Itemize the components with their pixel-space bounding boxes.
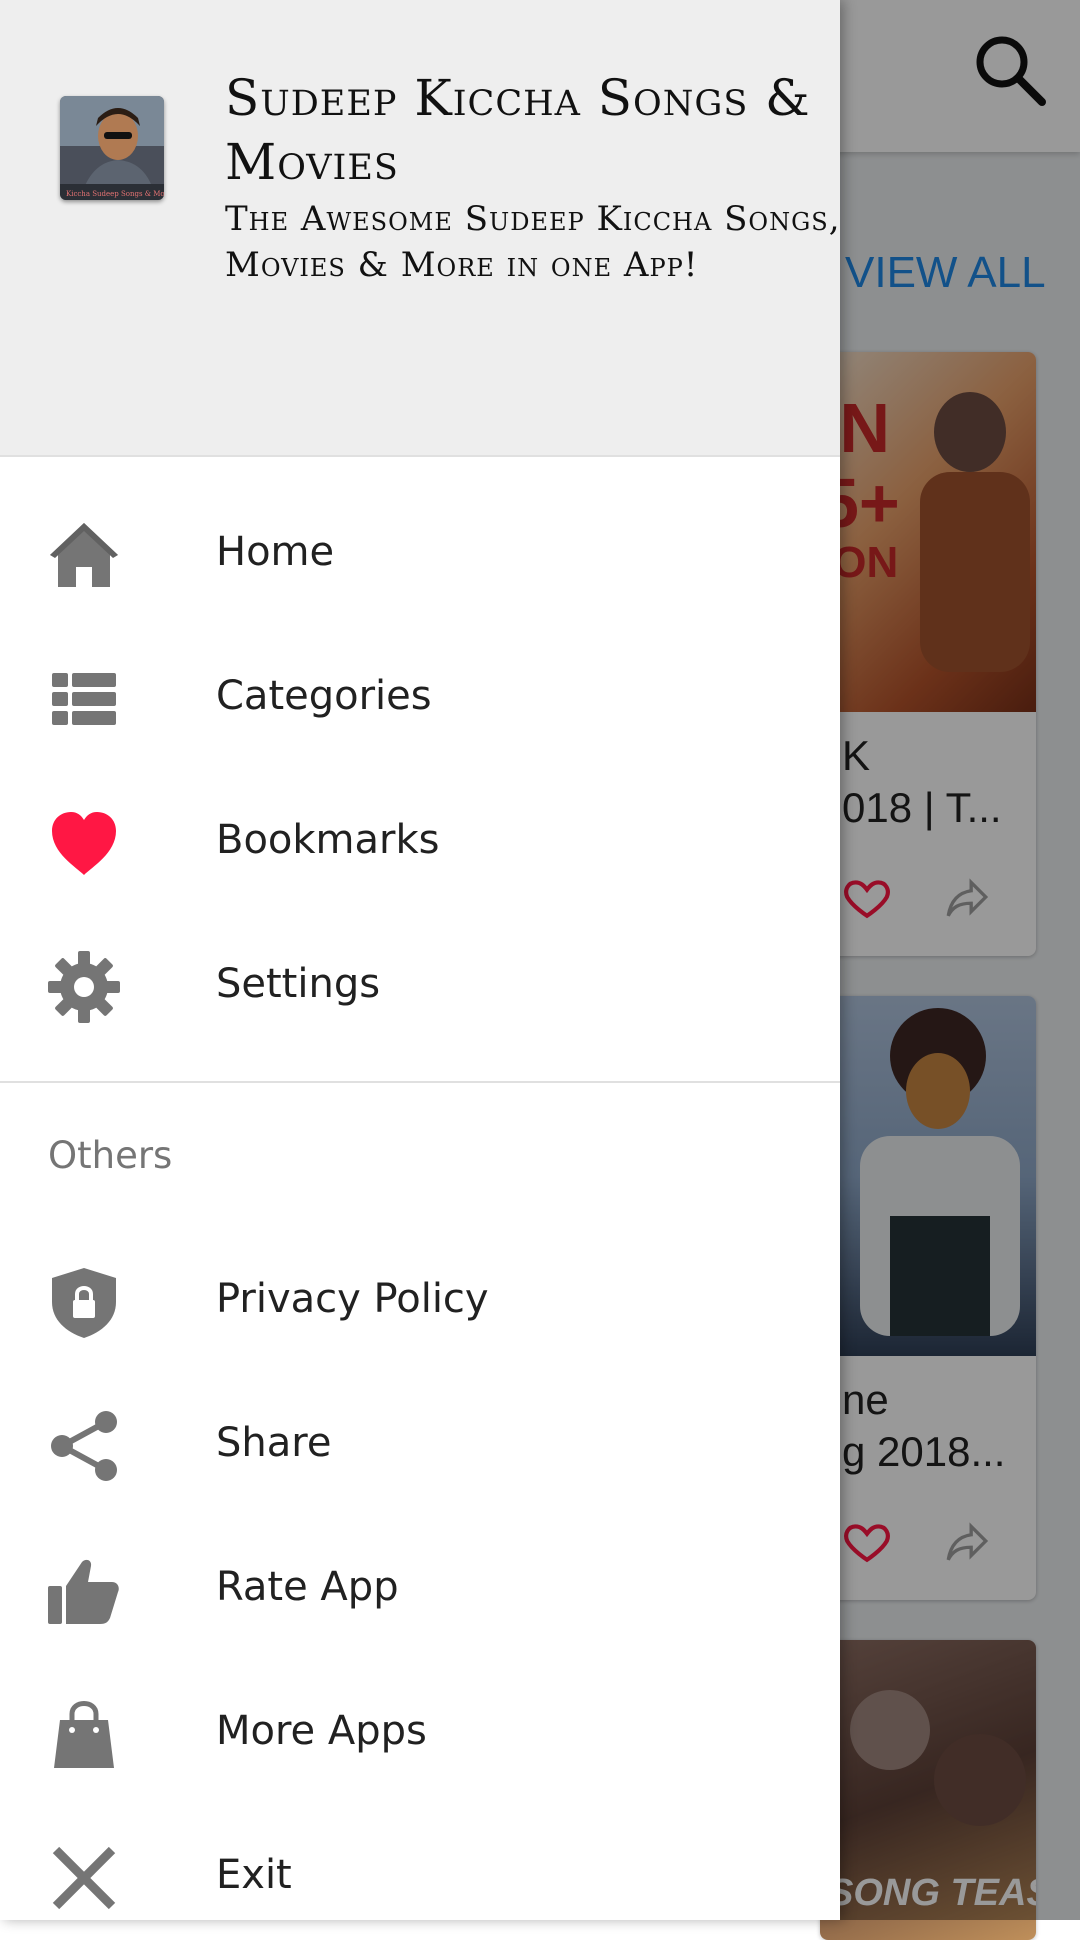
svg-text:Kiccha Sudeep Songs & Movies: Kiccha Sudeep Songs & Movies — [66, 190, 164, 198]
home-icon — [50, 523, 118, 587]
app-title: Sudeep Kiccha Songs & Movies — [225, 69, 811, 191]
list-icon — [52, 673, 116, 725]
menu-item-exit[interactable]: Exit — [0, 1806, 840, 1920]
menu-item-more-apps[interactable]: More Apps — [0, 1662, 840, 1806]
menu-item-privacy-policy[interactable]: Privacy Policy — [0, 1230, 840, 1374]
menu-item-label: Home — [216, 529, 335, 575]
menu-item-rate-app[interactable]: Rate App — [0, 1518, 840, 1662]
menu-item-categories[interactable]: Categories — [0, 627, 840, 771]
section-header-others: Others — [48, 1134, 173, 1177]
share-icon — [51, 1411, 117, 1481]
menu-item-label: Exit — [216, 1852, 292, 1898]
menu-item-label: Privacy Policy — [216, 1276, 489, 1322]
menu-item-label: Categories — [216, 673, 432, 719]
menu-divider — [0, 1081, 840, 1083]
navigation-drawer: Kiccha Sudeep Songs & Movies Sudeep Kicc… — [0, 0, 840, 1920]
app-logo: Kiccha Sudeep Songs & Movies — [60, 96, 164, 200]
gear-icon — [48, 951, 120, 1023]
menu-item-home[interactable]: Home — [0, 483, 840, 627]
menu-item-bookmarks[interactable]: Bookmarks — [0, 771, 840, 915]
heart-icon — [52, 812, 116, 875]
menu-item-label: Share — [216, 1420, 332, 1466]
thumbs-up-icon — [48, 1559, 119, 1624]
menu-item-share[interactable]: Share — [0, 1374, 840, 1518]
drawer-header: Kiccha Sudeep Songs & Movies Sudeep Kicc… — [0, 0, 840, 457]
menu-item-label: Settings — [216, 961, 381, 1007]
menu-item-settings[interactable]: Settings — [0, 915, 840, 1059]
menu-item-label: Rate App — [216, 1564, 399, 1610]
menu-item-label: Bookmarks — [216, 817, 440, 863]
app-subtitle: The Awesome Sudeep Kiccha Songs, Movies … — [225, 199, 840, 285]
menu-item-label: More Apps — [216, 1708, 427, 1754]
shopping-bag-icon — [54, 1701, 114, 1768]
close-icon — [52, 1846, 116, 1910]
shield-lock-icon — [52, 1268, 116, 1338]
